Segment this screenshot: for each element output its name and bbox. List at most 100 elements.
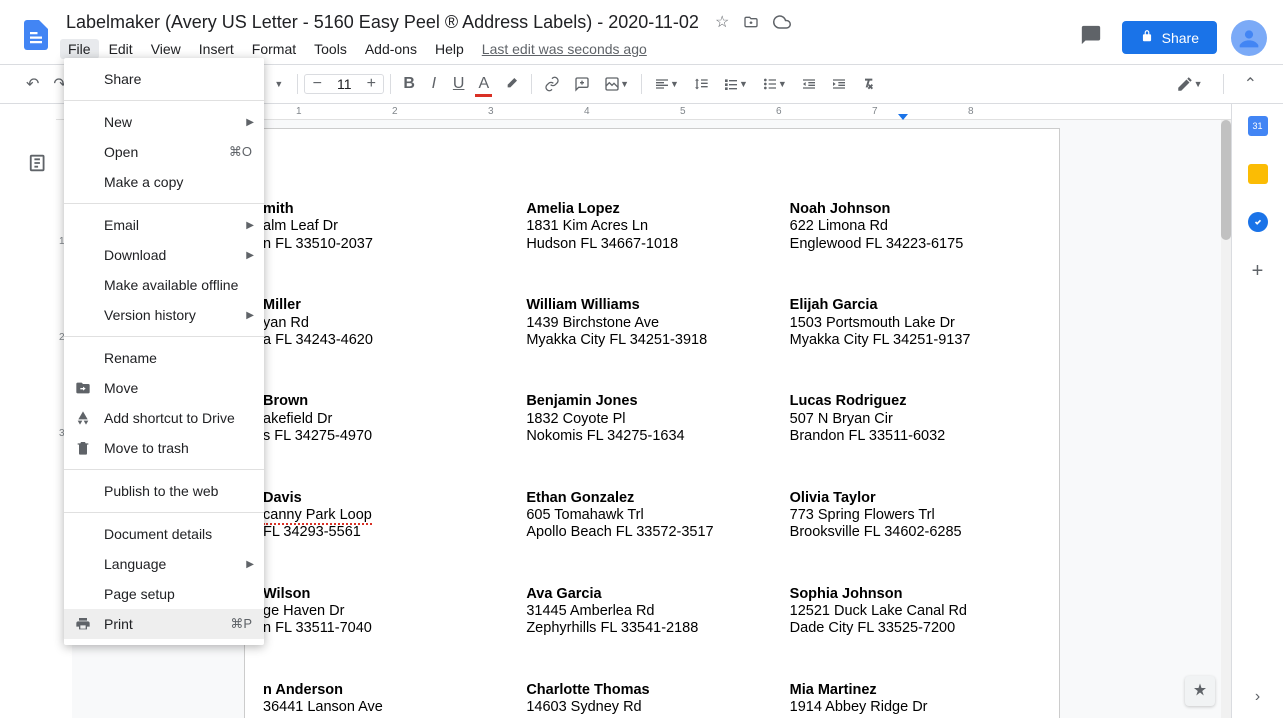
checklist-button[interactable]: ▼ (717, 71, 754, 97)
file-menu-dropdown: Share New▶ Open⌘O Make a copy Email▶ Dow… (64, 58, 264, 645)
font-size-decrease[interactable]: − (305, 75, 329, 93)
menu-file[interactable]: File (60, 39, 99, 59)
menu-item-share[interactable]: Share (64, 64, 264, 94)
document-title[interactable]: Labelmaker (Avery US Letter - 5160 Easy … (60, 10, 705, 35)
explore-button[interactable] (1185, 676, 1215, 706)
star-icon[interactable]: ☆ (715, 12, 729, 32)
address-label[interactable]: Mia Martinez1914 Abbey Ridge Dr (790, 682, 1041, 717)
address-label[interactable]: Milleryan Rda FL 34243-4620 (263, 297, 514, 349)
ruler-mark: 2 (392, 106, 398, 117)
calendar-sidepanel-icon[interactable]: 31 (1248, 116, 1268, 136)
vertical-scrollbar[interactable] (1221, 120, 1231, 718)
scrollbar-thumb[interactable] (1221, 120, 1231, 240)
menu-item-move[interactable]: Move (64, 373, 264, 403)
menu-edit[interactable]: Edit (101, 39, 141, 59)
menu-item-label: Add shortcut to Drive (104, 410, 235, 426)
insert-comment-button[interactable] (568, 71, 596, 97)
clear-formatting-button[interactable] (855, 71, 883, 97)
menu-item-add-shortcut[interactable]: Add shortcut to Drive (64, 403, 264, 433)
menu-item-doc-details[interactable]: Document details (64, 519, 264, 549)
comments-icon[interactable] (1074, 18, 1108, 57)
menu-item-email[interactable]: Email▶ (64, 210, 264, 240)
submenu-arrow-icon: ▶ (246, 250, 254, 261)
bulleted-list-button[interactable]: ▼ (756, 71, 793, 97)
editing-mode-button[interactable]: ▼ (1170, 71, 1209, 97)
ruler-indent-indicator[interactable] (898, 114, 908, 120)
menu-item-label: Make available offline (104, 277, 238, 293)
cloud-status-icon[interactable] (773, 12, 791, 32)
share-button[interactable]: Share (1122, 21, 1217, 54)
menu-help[interactable]: Help (427, 39, 472, 59)
menu-view[interactable]: View (143, 39, 189, 59)
increase-indent-button[interactable] (825, 71, 853, 97)
move-icon (74, 380, 92, 396)
menu-item-language[interactable]: Language▶ (64, 549, 264, 579)
menu-item-version-history[interactable]: Version history▶ (64, 300, 264, 330)
menu-item-label: Share (104, 71, 141, 87)
menu-item-download[interactable]: Download▶ (64, 240, 264, 270)
insert-link-button[interactable] (538, 71, 566, 97)
move-folder-icon[interactable] (743, 12, 759, 32)
add-sidepanel-icon[interactable]: + (1252, 260, 1264, 283)
submenu-arrow-icon: ▶ (246, 220, 254, 231)
menu-item-trash[interactable]: Move to trash (64, 433, 264, 463)
menu-format[interactable]: Format (244, 39, 304, 59)
address-label[interactable]: Daviscanny Park LoopFL 34293-5561 (263, 490, 514, 542)
italic-button[interactable]: I (423, 71, 445, 97)
address-label[interactable]: Noah Johnson622 Limona RdEnglewood FL 34… (790, 201, 1041, 253)
bold-button[interactable]: B (397, 71, 421, 97)
address-label[interactable]: Charlotte Thomas14603 Sydney Rd (526, 682, 777, 717)
menu-item-publish[interactable]: Publish to the web (64, 476, 264, 506)
menu-item-rename[interactable]: Rename (64, 343, 264, 373)
font-size-stepper[interactable]: − 11 + (304, 74, 384, 94)
menu-addons[interactable]: Add-ons (357, 39, 425, 59)
decrease-indent-button[interactable] (795, 71, 823, 97)
address-label[interactable]: Sophia Johnson12521 Duck Lake Canal RdDa… (790, 586, 1041, 638)
menu-item-page-setup[interactable]: Page setup (64, 579, 264, 609)
menu-item-label: Document details (104, 526, 212, 542)
address-label[interactable]: Lucas Rodriguez507 N Bryan CirBrandon FL… (790, 393, 1041, 445)
font-size-value[interactable]: 11 (329, 76, 359, 92)
menu-item-offline[interactable]: Make available offline (64, 270, 264, 300)
outline-toggle-icon[interactable] (28, 152, 50, 179)
address-label[interactable]: Olivia Taylor773 Spring Flowers TrlBrook… (790, 490, 1041, 542)
document-page[interactable]: mithalm Leaf Drn FL 33510-2037Amelia Lop… (244, 128, 1060, 718)
address-label[interactable]: Ethan Gonzalez605 Tomahawk TrlApollo Bea… (526, 490, 777, 542)
address-label[interactable]: Ava Garcia31445 Amberlea RdZephyrhills F… (526, 586, 777, 638)
undo-button[interactable]: ↶ (20, 71, 45, 97)
address-label[interactable]: Benjamin Jones1832 Coyote PlNokomis FL 3… (526, 393, 777, 445)
highlight-color-button[interactable] (497, 71, 525, 97)
text-color-button[interactable]: A (472, 71, 495, 97)
insert-image-button[interactable]: ▼ (598, 71, 635, 97)
hide-sidepanel-icon[interactable]: › (1255, 688, 1260, 706)
tasks-sidepanel-icon[interactable] (1248, 212, 1268, 232)
last-edit-link[interactable]: Last edit was seconds ago (482, 41, 647, 57)
drive-shortcut-icon (74, 410, 92, 426)
menu-item-make-copy[interactable]: Make a copy (64, 167, 264, 197)
address-label[interactable]: Brownakefield Drs FL 34275-4970 (263, 393, 514, 445)
keep-sidepanel-icon[interactable] (1248, 164, 1268, 184)
ruler-mark: 3 (488, 106, 494, 117)
align-button[interactable]: ▼ (648, 71, 685, 97)
address-label[interactable]: William Williams1439 Birchstone AveMyakk… (526, 297, 777, 349)
lock-icon (1140, 29, 1154, 46)
address-label[interactable]: mithalm Leaf Drn FL 33510-2037 (263, 201, 514, 253)
menu-item-label: Make a copy (104, 174, 183, 190)
menu-item-open[interactable]: Open⌘O (64, 137, 264, 167)
account-avatar[interactable] (1231, 20, 1267, 56)
submenu-arrow-icon: ▶ (246, 559, 254, 570)
menu-insert[interactable]: Insert (191, 39, 242, 59)
underline-button[interactable]: U (447, 71, 471, 97)
address-label[interactable]: Amelia Lopez1831 Kim Acres LnHudson FL 3… (526, 201, 777, 253)
font-size-increase[interactable]: + (359, 75, 383, 93)
menu-item-print[interactable]: Print⌘P (64, 609, 264, 639)
menu-item-new[interactable]: New▶ (64, 107, 264, 137)
docs-logo-icon[interactable] (16, 8, 56, 62)
collapse-toolbar-button[interactable]: ⌃ (1238, 71, 1263, 97)
line-spacing-button[interactable] (687, 71, 715, 97)
menu-tools[interactable]: Tools (306, 39, 355, 59)
address-label[interactable]: Elijah Garcia1503 Portsmouth Lake DrMyak… (790, 297, 1041, 349)
address-label[interactable]: n Anderson36441 Lanson Ave (263, 682, 514, 717)
address-label[interactable]: Wilsonge Haven Drn FL 33511-7040 (263, 586, 514, 638)
menu-item-label: Move (104, 380, 138, 396)
